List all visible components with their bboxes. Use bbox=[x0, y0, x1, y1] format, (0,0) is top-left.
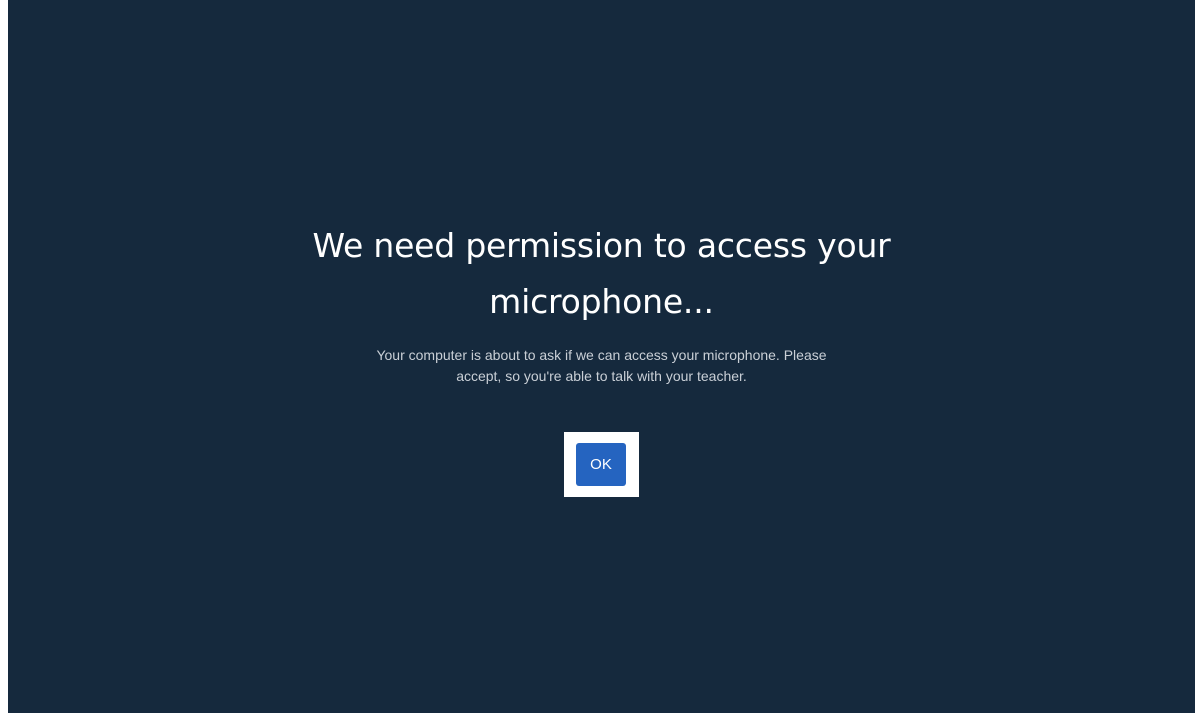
ok-button-focus-ring: OK bbox=[564, 432, 639, 497]
title-line-2: microphone... bbox=[489, 282, 714, 321]
page-title: We need permission to access your microp… bbox=[8, 218, 1195, 330]
permission-dialog: We need permission to access your microp… bbox=[8, 0, 1195, 713]
permission-description: Your computer is about to ask if we can … bbox=[8, 345, 1195, 387]
permission-screen: We need permission to access your microp… bbox=[8, 0, 1195, 713]
title-line-1: We need permission to access your bbox=[312, 226, 891, 265]
description-line-2: accept, so you're able to talk with your… bbox=[456, 368, 747, 384]
description-line-1: Your computer is about to ask if we can … bbox=[376, 347, 827, 363]
ok-button[interactable]: OK bbox=[576, 443, 626, 486]
